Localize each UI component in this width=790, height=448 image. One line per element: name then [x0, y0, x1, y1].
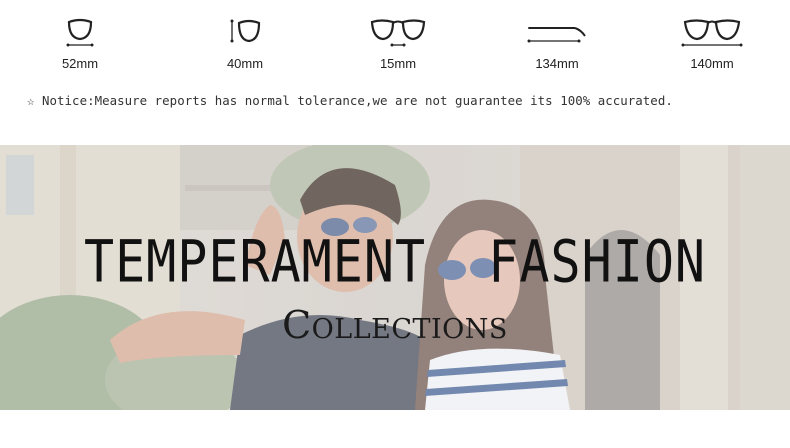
measurement-notice: ☆ Notice:Measure reports has normal tole… — [27, 93, 673, 108]
frame-width-measure: 140mm — [667, 14, 757, 71]
bridge-width-icon — [370, 19, 426, 47]
lens-width-icon — [66, 18, 94, 47]
lens-height-icon — [230, 19, 261, 43]
frame-width-icon — [681, 19, 743, 47]
measurement-row: 52mm 40mm 15mm 134mm 140mm — [0, 14, 790, 84]
lens-height-value: 40mm — [226, 56, 264, 71]
temple-length-measure: 134mm — [512, 14, 602, 71]
temple-length-value: 134mm — [535, 56, 579, 71]
banner-headline: TEMPERAMENT FASHION — [83, 228, 707, 296]
banner-subline: Collections — [282, 303, 508, 347]
lens-width-measure: 52mm — [35, 14, 125, 71]
fashion-banner: TEMPERAMENT FASHION Collections — [0, 145, 790, 410]
lens-width-value: 52mm — [61, 56, 99, 71]
temple-length-icon — [527, 27, 586, 43]
bridge-width-measure: 15mm — [353, 14, 443, 71]
frame-width-value: 140mm — [690, 56, 734, 71]
lens-height-measure: 40mm — [200, 14, 290, 71]
bridge-width-value: 15mm — [379, 56, 417, 71]
